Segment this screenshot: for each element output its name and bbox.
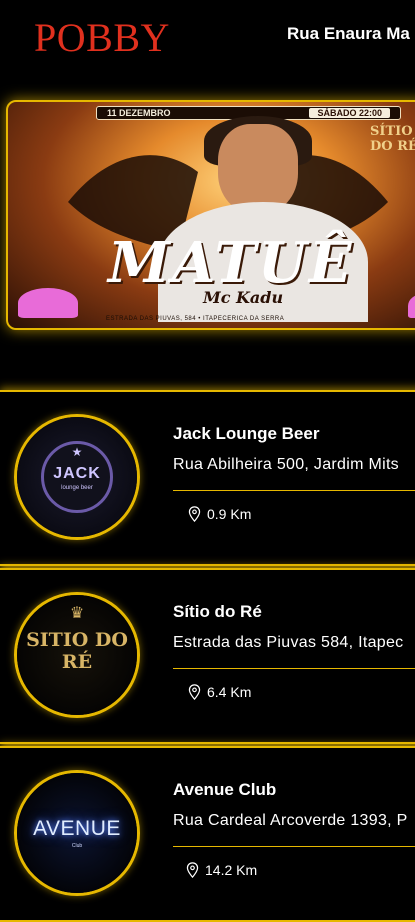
event-banner[interactable]: 11 DEZEMBRO SÁBADO 22:00 SÍTIO DO RÉ MAT…	[6, 100, 415, 330]
divider	[173, 846, 415, 847]
distance-value: 0.9 Km	[207, 506, 252, 522]
venue-name: Sítio do Ré	[173, 602, 262, 621]
venue-distance: 0.9 Km	[188, 506, 251, 522]
venue-distance: 14.2 Km	[186, 862, 257, 878]
mushroom-decoration-right	[408, 294, 415, 318]
venue-address: Estrada das Piuvas 584, Itapec	[173, 634, 404, 651]
event-date: 11 DEZEMBRO	[107, 108, 171, 118]
event-location: ESTRADA DAS PIUVAS, 584 • ITAPECERICA DA…	[106, 316, 285, 322]
mushroom-decoration-left	[18, 288, 78, 318]
venue-card[interactable]: AVENUE Club Avenue Club Rua Cardeal Arco…	[0, 746, 415, 922]
star-icon: ★	[71, 445, 83, 459]
venue-logo-text: SITIO DO RÉ	[26, 629, 128, 673]
event-subtitle: Mc Kadu	[203, 288, 284, 307]
current-address[interactable]: Rua Enaura Ma	[287, 24, 410, 44]
event-time: SÁBADO 22:00	[309, 108, 390, 118]
map-pin-icon	[188, 506, 201, 522]
distance-value: 14.2 Km	[205, 862, 258, 878]
divider	[173, 490, 415, 491]
venue-logo-subtext: Club	[71, 843, 83, 849]
app-logo[interactable]: POBBY	[34, 14, 170, 61]
venue-logo: AVENUE Club	[14, 770, 140, 896]
venue-name: Avenue Club	[173, 780, 277, 799]
venue-card[interactable]: ★ JACK lounge beer Jack Lounge Beer Rua …	[0, 390, 415, 566]
venue-name: Jack Lounge Beer	[173, 424, 320, 443]
map-pin-icon	[186, 862, 199, 878]
crown-icon: ♛	[69, 605, 85, 622]
venue-logo-text: AVENUE	[33, 817, 121, 840]
venue-logo: ♛ SITIO DO RÉ	[14, 592, 140, 718]
event-title: MATUÊ	[108, 230, 354, 296]
artist-photo	[218, 124, 298, 214]
top-bar: POBBY Rua Enaura Ma	[0, 0, 415, 80]
venue-logo-subtext: lounge beer	[61, 485, 93, 491]
venue-distance: 6.4 Km	[188, 684, 251, 700]
distance-value: 6.4 Km	[207, 684, 252, 700]
venue-card[interactable]: ♛ SITIO DO RÉ Sítio do Ré Estrada das Pi…	[0, 568, 415, 744]
divider	[173, 668, 415, 669]
venue-logo-text: JACK	[53, 465, 101, 482]
map-pin-icon	[188, 684, 201, 700]
venue-address: Rua Cardeal Arcoverde 1393, P	[173, 812, 408, 829]
venue-address: Rua Abilheira 500, Jardim Mits	[173, 456, 399, 473]
venue-logo: ★ JACK lounge beer	[14, 414, 140, 540]
venue-logo-badge: SÍTIO DO RÉ	[370, 124, 415, 154]
